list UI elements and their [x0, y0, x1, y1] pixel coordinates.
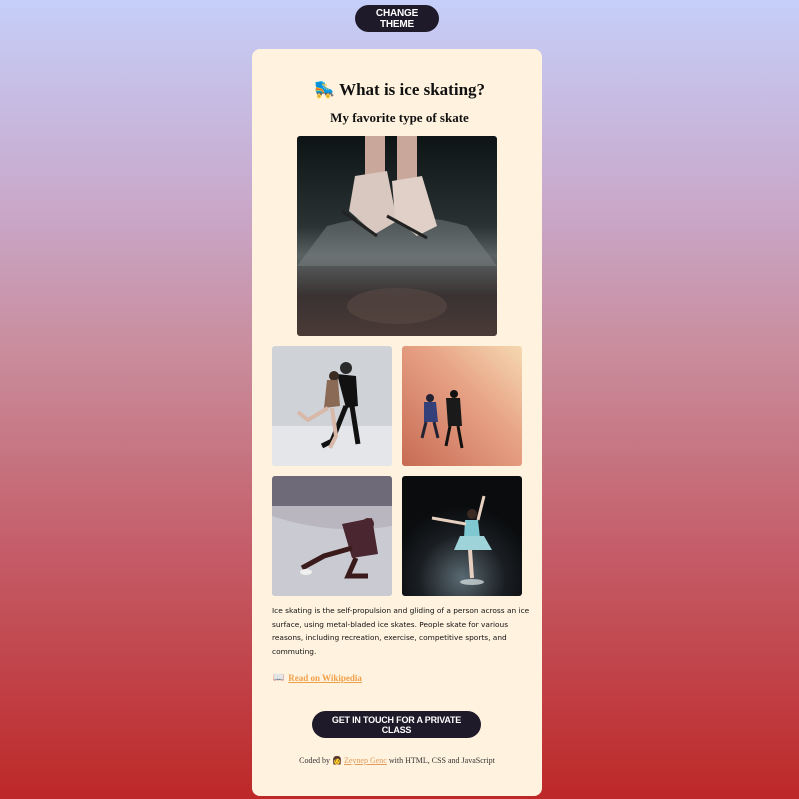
private-class-button[interactable]: GET IN TOUCH FOR A PRIVATE CLASS — [312, 711, 481, 738]
wikipedia-link-row: 📖 Read on Wikipedia — [273, 672, 362, 683]
book-icon: 📖 — [273, 672, 285, 682]
page-title: 🛼 What is ice skating? — [0, 80, 799, 100]
page-subtitle: My favorite type of skate — [330, 110, 469, 125]
spin-skater-photo — [272, 476, 392, 596]
author-link[interactable]: Zeynep Genc — [344, 756, 387, 765]
footer-credit: Coded by 👩 Zeynep Genc with HTML, CSS an… — [252, 756, 542, 765]
footer-prefix: Coded by — [299, 756, 331, 765]
solo-skater-photo — [402, 476, 522, 596]
footer-suffix: with HTML, CSS and JavaScript — [388, 756, 495, 765]
page-title-text: What is ice skating? — [339, 80, 486, 99]
description-paragraph: Ice skating is the self-propulsion and g… — [272, 606, 530, 656]
author-icon: 👩 — [332, 756, 342, 765]
change-theme-button[interactable]: CHANGE THEME — [355, 5, 439, 32]
ice-skate-icon: 🛼 — [313, 80, 336, 99]
pair-skating-photo — [272, 346, 392, 466]
main-skate-photo — [297, 136, 497, 336]
wikipedia-link[interactable]: Read on Wikipedia — [288, 673, 362, 683]
speed-skaters-photo — [402, 346, 522, 466]
